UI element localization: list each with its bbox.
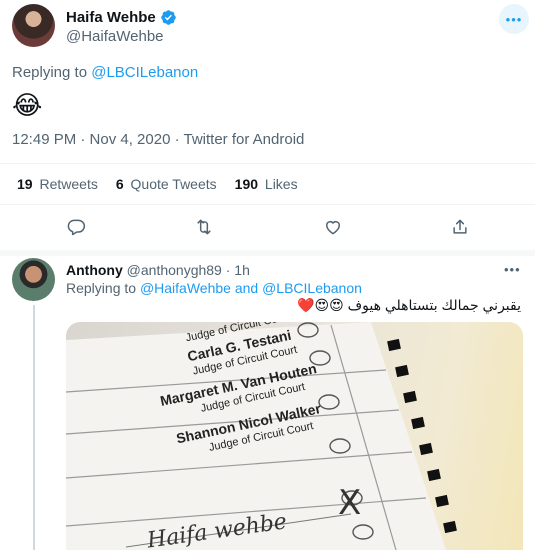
replying-to-link[interactable]: @LBCILebanon [91,64,198,81]
share-icon[interactable] [447,214,473,240]
quote-tweets-count: 6 [115,176,124,192]
retweet-icon [197,219,211,235]
like-icon [326,221,340,235]
replying-to-prefix: Replying to [12,64,88,81]
retweets-stat[interactable]: 19 Retweets [17,176,98,192]
retweets-count: 19 [17,176,33,192]
reply-header: Anthony @anthonygh89 · 1h [66,262,250,278]
reply-replying-and: and [234,280,259,296]
author-name[interactable]: Haifa Wehbe [66,9,177,26]
reply-body: يقبرني جمالك بتستاهلي هيوف 😍😍❤️ [297,297,521,313]
retweets-label: Retweets [39,176,98,192]
reply-replying-link-1[interactable]: @HaifaWehbe [140,280,231,296]
quote-tweets-stat[interactable]: 6 Quote Tweets [116,176,217,192]
reply-media-image[interactable]: Judge of Circuit Court Carla G. Testani … [66,322,523,550]
reply-more-options-icon[interactable]: ••• [504,262,521,277]
reply-author-avatar[interactable] [12,258,55,301]
reply-replying-link-2[interactable]: @LBCILebanon [262,280,362,296]
author-avatar[interactable] [12,4,55,47]
reply-replying-to: Replying to @HaifaWehbe and @LBCILebanon [66,280,362,296]
ballot-x-mark: X [338,483,361,523]
like-icon[interactable] [320,214,346,240]
author-name-text[interactable]: Haifa Wehbe [66,9,156,26]
tweet-timestamp[interactable]: 12:49 PM · Nov 4, 2020 · Twitter for And… [12,131,304,148]
reply-time[interactable]: · 1h [226,262,250,278]
share-icon [453,219,467,234]
thread-separator [0,250,535,256]
quote-tweets-label: Quote Tweets [130,176,217,192]
author-handle[interactable]: @HaifaWehbe [66,28,164,45]
likes-stat[interactable]: 190 Likes [235,176,298,192]
retweet-icon[interactable] [191,214,217,240]
divider [0,204,535,205]
reply-author-handle[interactable]: @anthonygh89 [127,262,222,278]
reply-icon [67,219,86,236]
likes-label: Likes [264,176,298,192]
replying-to: Replying to @LBCILebanon [12,64,198,81]
verified-badge-icon [160,10,176,25]
ballot-photo: Judge of Circuit Court Carla G. Testani … [66,322,457,550]
tweet-actions [0,214,535,244]
tweet-stats: 19 Retweets 6 Quote Tweets 190 Likes [17,176,316,192]
divider [0,163,535,164]
reply-icon[interactable] [63,214,89,240]
thread-line [33,305,35,550]
reply-replying-prefix: Replying to [66,280,137,296]
reply-author-name[interactable]: Anthony [66,262,123,278]
more-options-icon[interactable]: ••• [499,4,529,34]
tweet-body: 😂 [12,90,43,120]
likes-count: 190 [234,176,259,192]
